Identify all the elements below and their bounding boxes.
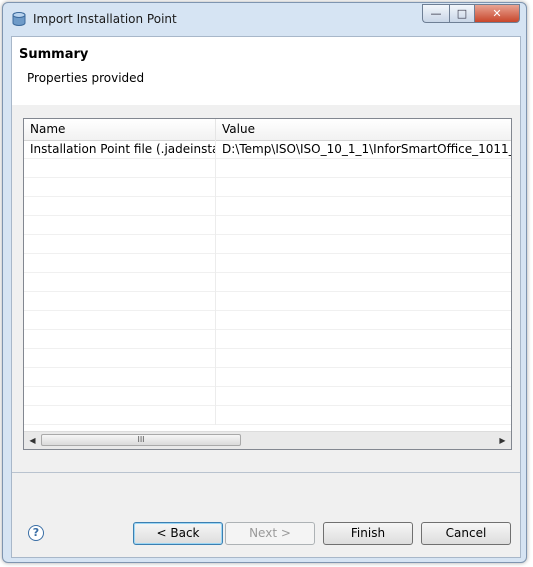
empty-cell [24,387,216,406]
table-row[interactable]: Installation Point file (.jadeinstall) D… [24,140,511,159]
close-icon: ✕ [492,7,502,20]
empty-cell [24,349,216,368]
empty-cell [216,368,511,387]
table-row-empty [24,368,511,387]
empty-cell [216,273,511,292]
page-title: Summary [19,47,89,62]
dialog-client-area: Summary Properties provided Name Value I… [11,36,521,558]
table-row-empty [24,349,511,368]
dialog-window: Import Installation Point — □ ✕ Summary … [2,2,527,563]
scrollbar-thumb[interactable]: III [41,434,241,446]
table-row-empty [24,406,511,425]
help-icon: ? [32,526,40,539]
finish-button[interactable]: Finish [323,522,413,545]
table-row-empty [24,235,511,254]
empty-cell [24,406,216,425]
empty-cell [216,216,511,235]
close-button[interactable]: ✕ [475,4,520,23]
grip-icon: III [137,435,145,444]
scroll-right-arrow[interactable]: ▶ [494,432,511,449]
minimize-button[interactable]: — [422,4,449,23]
database-icon [11,11,27,27]
row-name-cell: Installation Point file (.jadeinstall) [24,140,216,159]
empty-cell [216,159,511,178]
page-description: Properties provided [27,71,145,85]
footer-separator [12,472,520,473]
empty-cell [216,330,511,349]
title-bar[interactable]: Import Installation Point — □ ✕ [3,3,526,36]
empty-cell [216,406,511,425]
empty-cell [216,235,511,254]
empty-cell [24,292,216,311]
horizontal-scrollbar[interactable]: ◀ III ▶ [24,431,511,449]
wizard-body: Name Value Installation Point file (.jad… [12,105,520,557]
wizard-banner: Summary Properties provided [12,37,520,106]
empty-cell [24,197,216,216]
minimize-icon: — [430,7,442,20]
empty-cell [24,178,216,197]
empty-cell [24,159,216,178]
column-header-value[interactable]: Value [216,119,511,140]
table-row-empty [24,159,511,178]
empty-cell [216,178,511,197]
empty-cell [24,216,216,235]
empty-cell [216,387,511,406]
empty-cell [24,368,216,387]
table-row-empty [24,292,511,311]
empty-cell [216,292,511,311]
cancel-button[interactable]: Cancel [421,522,511,545]
table-row-empty [24,330,511,349]
empty-cell [216,349,511,368]
window-title: Import Installation Point [33,12,177,26]
caption-buttons: — □ ✕ [422,4,520,24]
empty-cell [24,254,216,273]
table-row-empty [24,311,511,330]
chevron-left-icon: ◀ [29,436,36,445]
table-row-empty [24,178,511,197]
maximize-button[interactable]: □ [449,4,475,23]
scroll-left-arrow[interactable]: ◀ [24,432,41,449]
table-row-empty [24,216,511,235]
column-header-name[interactable]: Name [24,119,216,140]
empty-cell [24,235,216,254]
maximize-icon: □ [456,7,468,20]
empty-cell [24,311,216,330]
table-rows: Installation Point file (.jadeinstall) D… [24,140,511,430]
table-row-empty [24,197,511,216]
table-row-empty [24,387,511,406]
empty-cell [216,254,511,273]
row-value-cell: D:\Temp\ISO\ISO_10_1_1\InforSmartOffice_… [222,142,511,156]
table-row-empty [24,273,511,292]
empty-cell [216,311,511,330]
empty-cell [216,197,511,216]
table-header: Name Value [24,119,511,141]
properties-table: Name Value Installation Point file (.jad… [23,118,512,450]
back-button[interactable]: < Back [133,522,223,545]
empty-cell [24,330,216,349]
table-row-empty [24,254,511,273]
empty-cell [24,273,216,292]
next-button[interactable]: Next > [225,522,315,545]
help-button[interactable]: ? [28,525,44,541]
chevron-right-icon: ▶ [499,436,506,445]
